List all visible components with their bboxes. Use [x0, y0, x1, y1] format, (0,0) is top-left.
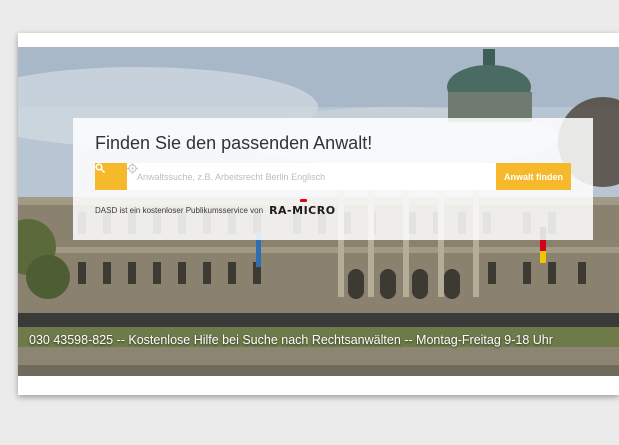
ra-micro-logo[interactable]: RA-MICRO	[269, 199, 336, 217]
logo-text: RA-MICRO	[269, 204, 336, 217]
search-field-wrapper	[127, 163, 496, 190]
locate-icon[interactable]	[127, 163, 138, 174]
search-panel: Finden Sie den passenden Anwalt! Anwalts…	[73, 118, 593, 240]
find-lawyer-button[interactable]: Anwalt finden	[496, 163, 571, 190]
hero-banner: Finden Sie den passenden Anwalt! Anwalts…	[18, 47, 619, 376]
search-icon[interactable]	[95, 163, 127, 190]
logo-accent-mark	[300, 199, 308, 202]
page-title: Finden Sie den passenden Anwalt!	[95, 133, 373, 153]
search-bar: Anwalt finden	[95, 163, 571, 190]
page-card: Finden Sie den passenden Anwalt! Anwalts…	[18, 33, 619, 395]
hotline-text: 030 43598-825 -- Kostenlose Hilfe bei Su…	[29, 333, 553, 347]
service-note: DASD ist ein kostenloser Publikumsservic…	[95, 199, 336, 217]
search-input[interactable]	[127, 163, 496, 190]
service-text: DASD ist ein kostenloser Publikumsservic…	[95, 206, 264, 215]
